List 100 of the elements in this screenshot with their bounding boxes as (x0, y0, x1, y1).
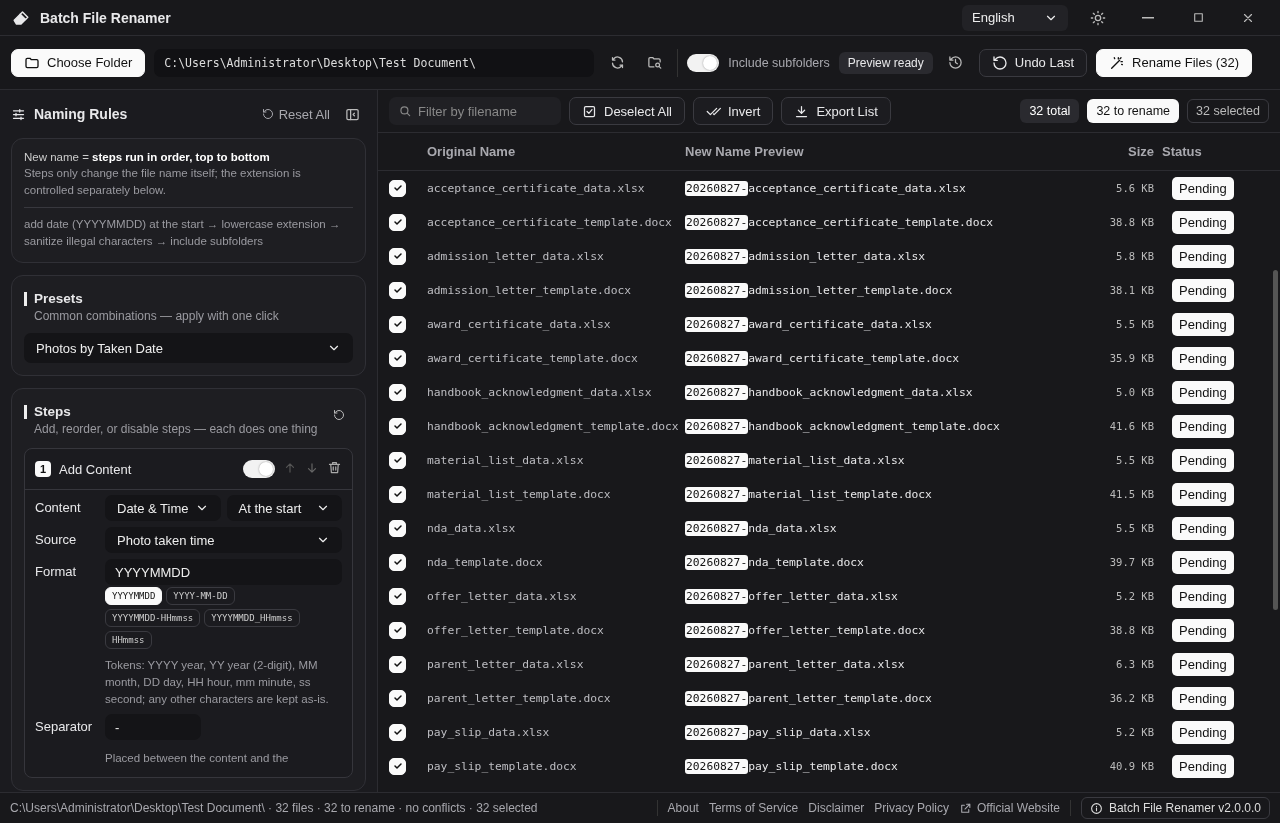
separator-hint: Placed between the content and the (105, 751, 290, 766)
row-checkbox[interactable] (389, 315, 406, 333)
format-option[interactable]: HHmmss (105, 631, 152, 649)
step-enable-toggle[interactable] (243, 460, 275, 478)
status-badge: Pending (1172, 448, 1234, 472)
footer-link[interactable]: Disclaimer (808, 801, 865, 815)
format-option[interactable]: YYYYMMDD_HHmmss (204, 609, 300, 627)
check-icon (391, 624, 404, 636)
date-prefix: 20260827- (685, 180, 749, 196)
row-checkbox[interactable] (389, 689, 406, 707)
rule-chain-text: add date (YYYYMMDD) at the start → lowercase extension → sanitize illegal characters → include subfolders (24, 217, 342, 249)
row-checkbox[interactable] (389, 621, 406, 639)
date-prefix: 20260827- (685, 316, 749, 332)
check-icon (391, 182, 404, 194)
file-size: 40.9 KB (1108, 760, 1154, 772)
format-option[interactable]: YYYYMMDD (105, 587, 163, 605)
new-name: nda_template.docx (748, 555, 864, 569)
format-field[interactable]: YYYYMMDD (105, 559, 342, 585)
column-header: Status (1162, 144, 1203, 159)
check-icon (391, 658, 404, 670)
reset-icon (333, 409, 345, 421)
list-action-button[interactable]: Invert (692, 97, 774, 125)
file-size: 5.5 KB (1115, 318, 1154, 330)
row-checkbox[interactable] (389, 349, 406, 367)
original-name: material_list_data.xlsx (427, 453, 585, 467)
original-name: handbook_acknowledgment_data.xlsx (427, 385, 653, 399)
folder-path-field[interactable]: C:\Users\Administrator\Desktop\Test Document\ (154, 48, 595, 77)
separator-field[interactable]: - (105, 714, 201, 740)
arrow-down-icon (305, 460, 319, 475)
arrow-up-icon (283, 460, 297, 475)
row-checkbox[interactable] (389, 383, 406, 401)
status-badge: Pending (1172, 414, 1234, 438)
folder-search-icon (646, 55, 662, 70)
footer-link[interactable]: Terms of Service (708, 801, 799, 815)
row-checkbox[interactable] (389, 417, 406, 435)
original-name: nda_template.docx (427, 555, 544, 569)
reset-all-button[interactable]: Reset All (261, 106, 330, 122)
content-type-select[interactable]: Date & Time (105, 495, 221, 521)
step-number: 1 (35, 461, 51, 477)
new-name: admission_letter_template.docx (748, 283, 953, 297)
include-subfolders-toggle[interactable] (687, 53, 720, 72)
original-name: acceptance_certificate_template.docx (427, 215, 673, 229)
undo-last-button[interactable]: Undo Last (978, 48, 1088, 77)
rule-note-text: Steps only change the file name itself; the extension is controlled separately below. (24, 166, 302, 198)
steps-title: Steps (24, 405, 318, 419)
file-size: 5.6 KB (1115, 182, 1154, 194)
row-checkbox[interactable] (389, 723, 406, 741)
include-subfolders-label: Include subfolders (728, 55, 830, 70)
row-checkbox[interactable] (389, 587, 406, 605)
file-size: 38.8 KB (1108, 216, 1154, 228)
original-name: award_certificate_data.xlsx (427, 317, 612, 331)
date-prefix: 20260827- (685, 656, 749, 672)
status-badge: Pending (1172, 380, 1234, 404)
source-select[interactable]: Photo taken time (105, 527, 342, 553)
original-name: pay_slip_data.xlsx (427, 725, 551, 739)
new-name: handbook_acknowledgment_data.xlsx (748, 385, 973, 399)
list-action-button[interactable]: Deselect All (569, 97, 685, 125)
status-badge: Pending (1172, 244, 1234, 268)
list-action-button[interactable]: Export List (781, 97, 891, 125)
row-checkbox[interactable] (389, 485, 406, 503)
row-checkbox[interactable] (389, 213, 406, 231)
scrollbar-thumb[interactable] (1273, 270, 1278, 610)
filter-field[interactable]: Filter by filename (389, 97, 561, 125)
date-prefix: 20260827- (685, 248, 749, 264)
version-badge[interactable]: Batch File Renamer v2.0.0.0 (1080, 797, 1270, 819)
step-title: Add Content (59, 461, 132, 477)
footer-link[interactable]: About (667, 801, 699, 815)
row-checkbox[interactable] (389, 179, 406, 197)
info-icon (1089, 801, 1103, 815)
footer-link[interactable]: Privacy Policy (874, 801, 949, 815)
check-icon (391, 216, 404, 228)
file-size: 5.0 KB (1115, 386, 1154, 398)
status-badge: Pending (1172, 550, 1234, 574)
date-prefix: 20260827- (685, 452, 749, 468)
file-size: 5.8 KB (1115, 250, 1154, 262)
format-option[interactable]: YYYYMMDD-HHmmss (105, 609, 201, 627)
preset-select[interactable]: Photos by Taken Date (24, 333, 353, 363)
trash-icon (327, 460, 342, 475)
footer-link[interactable]: Official Website (959, 801, 1060, 815)
row-checkbox[interactable] (389, 281, 406, 299)
status-badge: Pending (1172, 516, 1234, 540)
row-checkbox[interactable] (389, 553, 406, 571)
format-option[interactable]: YYYY-MM-DD (166, 587, 235, 605)
status-badge: Pending (1172, 482, 1234, 506)
status-badge: Pending (1172, 584, 1234, 608)
row-checkbox[interactable] (389, 247, 406, 265)
search-icon (398, 104, 412, 118)
row-checkbox[interactable] (389, 655, 406, 673)
date-prefix: 20260827- (685, 282, 749, 298)
position-select[interactable]: At the start (226, 495, 342, 521)
rename-files-button[interactable]: Rename Files (32) (1096, 48, 1252, 77)
choose-folder-button[interactable]: Choose Folder (11, 48, 146, 77)
row-checkbox[interactable] (389, 451, 406, 469)
status-badge: Pending (1172, 312, 1234, 336)
minimize-icon (1142, 16, 1154, 19)
new-name: parent_letter_data.xlsx (748, 657, 905, 671)
row-checkbox[interactable] (389, 519, 406, 537)
row-checkbox[interactable] (389, 757, 406, 775)
new-name: acceptance_certificate_data.xlsx (748, 181, 966, 195)
language-select[interactable]: English (962, 4, 1068, 31)
